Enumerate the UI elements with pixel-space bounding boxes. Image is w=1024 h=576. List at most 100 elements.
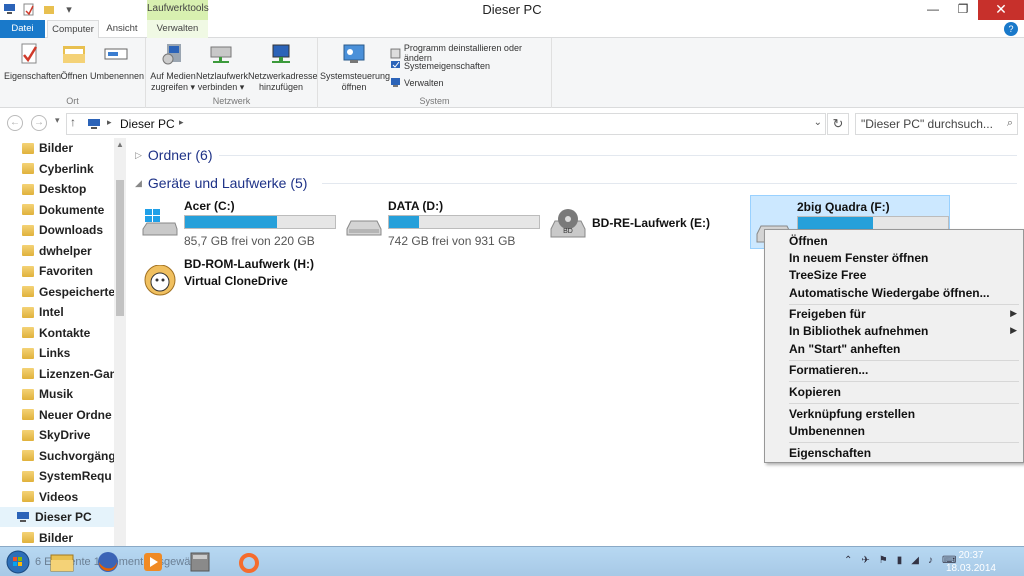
- properties-icon: [21, 43, 38, 64]
- verwalten-button[interactable]: Verwalten: [390, 77, 444, 88]
- menu-item-umbenennen[interactable]: Umbenennen: [789, 424, 865, 438]
- close-button[interactable]: ✕: [978, 0, 1024, 20]
- folder-icon: [22, 306, 34, 318]
- nav-item-dokumente[interactable]: Dokumente: [22, 200, 114, 220]
- menu-item-kopieren[interactable]: Kopieren: [789, 385, 841, 399]
- explorer-taskbar-button[interactable]: [44, 549, 80, 575]
- umbenennen-button[interactable]: Umbenennen: [90, 42, 145, 82]
- folder-icon: [22, 409, 34, 420]
- drive-h[interactable]: BD-ROM-Laufwerk (H:) Virtual CloneDrive: [141, 257, 381, 307]
- drive-e[interactable]: BD BD-RE-Laufwerk (E:): [549, 199, 749, 249]
- nav-scrollbar[interactable]: ▲: [114, 138, 126, 546]
- netzwerkadresse-hinzufuegen-button[interactable]: Netzwerkadresse hinzufügen: [248, 42, 318, 93]
- scroll-up-icon[interactable]: ▲: [116, 140, 124, 149]
- recent-dropdown-icon[interactable]: ▾: [55, 115, 60, 126]
- start-button[interactable]: [0, 549, 36, 575]
- refresh-button[interactable]: ↻: [827, 113, 849, 135]
- bd-drive-icon: BD: [550, 209, 586, 238]
- folder-icon: [22, 183, 34, 195]
- menu-item-treesize[interactable]: TreeSize Free: [789, 268, 866, 282]
- back-button[interactable]: ←: [7, 115, 23, 131]
- expand-arrow-icon[interactable]: ▷: [135, 150, 142, 161]
- folder-icon: [22, 470, 34, 482]
- menu-item-freigeben[interactable]: Freigeben für: [789, 307, 866, 321]
- drive-usage-fill: [389, 216, 419, 228]
- systemsteuerung-button[interactable]: Systemsteuerung öffnen: [320, 42, 390, 93]
- menu-item-eigenschaften[interactable]: Eigenschaften: [789, 446, 871, 460]
- nav-item-skydrive[interactable]: SkyDrive: [22, 425, 114, 445]
- address-box[interactable]: ▸ Dieser PC ▸ ⌄: [66, 113, 826, 135]
- tab-computer[interactable]: Computer: [47, 20, 99, 39]
- netzlaufwerk-verbinden-button[interactable]: Netzlaufwerk verbinden ▾: [196, 42, 248, 93]
- maximize-button[interactable]: ❐: [948, 0, 978, 20]
- nav-item-systemrequ[interactable]: SystemRequ: [22, 466, 114, 486]
- address-dropdown-icon[interactable]: ⌄: [814, 117, 822, 128]
- section-geraete[interactable]: ◢ Geräte und Laufwerke (5): [135, 175, 307, 191]
- volume-icon[interactable]: ♪: [928, 555, 933, 566]
- search-input[interactable]: "Dieser PC" durchsuch... ⌕: [855, 113, 1018, 135]
- firefox-taskbar-button[interactable]: [90, 549, 126, 575]
- forward-button[interactable]: →: [31, 115, 47, 131]
- eigenschaften-button[interactable]: Eigenschaften: [4, 42, 61, 82]
- flag-icon[interactable]: ⚑: [879, 555, 888, 566]
- nav-item-bilder-sub[interactable]: Bilder: [22, 528, 114, 547]
- nav-item-neuer-ordner[interactable]: Neuer Ordne: [22, 405, 114, 425]
- folder-icon: [22, 347, 34, 359]
- systemeigenschaften-button[interactable]: Systemeigenschaften: [390, 60, 490, 71]
- nav-item-favoriten[interactable]: Favoriten: [22, 261, 114, 281]
- menu-item-an-start[interactable]: An "Start" anheften: [789, 342, 900, 356]
- section-ordner[interactable]: ▷ Ordner (6): [135, 147, 213, 163]
- menu-item-bibliothek[interactable]: In Bibliothek aufnehmen: [789, 324, 928, 338]
- menu-item-neues-fenster[interactable]: In neuem Fenster öffnen: [789, 251, 928, 265]
- nav-item-gespeicherte[interactable]: Gespeicherte: [22, 282, 114, 302]
- drive-usage-fill: [798, 217, 873, 229]
- menu-item-autoplay[interactable]: Automatische Wiedergabe öffnen...: [789, 286, 990, 300]
- rename-icon: [104, 48, 128, 60]
- nav-item-links[interactable]: Links: [22, 343, 114, 363]
- nav-item-videos[interactable]: Videos: [22, 487, 114, 507]
- breadcrumb-chevron-icon[interactable]: ▸: [179, 117, 184, 128]
- nav-item-cyberlink[interactable]: Cyberlink: [22, 159, 114, 179]
- menu-item-oeffnen[interactable]: Öffnen: [789, 234, 828, 248]
- nav-item-label: Desktop: [39, 182, 87, 196]
- wifi-icon[interactable]: ◢: [911, 555, 919, 566]
- drive-c[interactable]: Acer (C:) 85,7 GB frei von 220 GB: [141, 199, 341, 249]
- menu-item-verknuepfung[interactable]: Verknüpfung erstellen: [789, 407, 915, 421]
- oeffnen-button[interactable]: Öffnen: [58, 42, 90, 82]
- breadcrumb-dieser-pc[interactable]: Dieser PC: [120, 117, 175, 131]
- nav-scrollbar-thumb[interactable]: [116, 180, 124, 316]
- show-hidden-icons-icon[interactable]: ⌃: [844, 555, 852, 566]
- drive-d[interactable]: DATA (D:) 742 GB frei von 931 GB: [345, 199, 545, 249]
- tab-datei[interactable]: Datei: [0, 20, 45, 38]
- battery-icon[interactable]: ▮: [897, 555, 903, 566]
- nav-item-lizenzen[interactable]: Lizenzen-Gam: [22, 364, 114, 384]
- nav-item-intel[interactable]: Intel: [22, 302, 114, 322]
- tab-ansicht[interactable]: Ansicht: [101, 20, 143, 38]
- network-tray-icon[interactable]: ✈: [861, 555, 869, 566]
- nav-item-suchvorgaenge[interactable]: Suchvorgänge: [22, 446, 114, 466]
- origin-taskbar-button[interactable]: [231, 549, 267, 575]
- tab-verwalten[interactable]: Verwalten: [147, 20, 208, 38]
- nav-item-bilder[interactable]: Bilder: [22, 138, 114, 158]
- nav-item-musik[interactable]: Musik: [22, 384, 114, 404]
- calculator-taskbar-button[interactable]: [182, 549, 218, 575]
- nav-item-desktop[interactable]: Desktop: [22, 179, 114, 199]
- nav-item-dieser-pc[interactable]: Dieser PC: [16, 507, 108, 527]
- computer-icon: [17, 512, 29, 522]
- auf-medien-zugreifen-button[interactable]: Auf Medien zugreifen ▾: [148, 42, 198, 93]
- firefox-icon: [98, 552, 118, 572]
- collapse-arrow-icon[interactable]: ◢: [135, 178, 142, 189]
- clock[interactable]: 20:37 18.03.2014: [946, 549, 996, 575]
- systemeigenschaften-label: Systemeigenschaften: [404, 60, 491, 71]
- umbenennen-label: Umbenennen: [90, 71, 145, 81]
- help-icon[interactable]: ?: [1004, 22, 1018, 36]
- menu-item-formatieren[interactable]: Formatieren...: [789, 363, 868, 377]
- nav-item-label: Dokumente: [39, 202, 105, 217]
- minimize-button[interactable]: —: [918, 0, 948, 20]
- nav-item-dwhelper[interactable]: dwhelper: [22, 241, 114, 261]
- section-divider: [322, 183, 1017, 184]
- nav-item-kontakte[interactable]: Kontakte: [22, 323, 114, 343]
- media-taskbar-button[interactable]: [135, 549, 171, 575]
- breadcrumb-chevron-icon[interactable]: ▸: [107, 117, 112, 128]
- nav-item-downloads[interactable]: Downloads: [22, 220, 114, 240]
